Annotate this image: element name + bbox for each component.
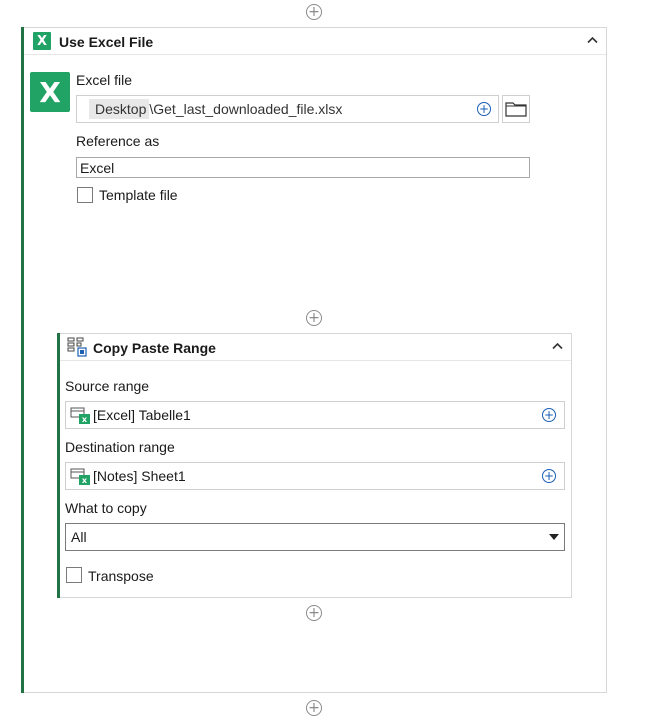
copy-paste-range-icon	[67, 337, 87, 357]
caret-down-icon	[549, 534, 559, 540]
add-activity-top-button[interactable]: +	[306, 4, 322, 20]
source-range-add-variable-icon[interactable]: +	[542, 408, 556, 422]
excel-range-icon: x	[70, 407, 90, 424]
excel-file-add-variable-icon[interactable]: +	[477, 102, 491, 116]
add-activity-after-copy-button[interactable]: +	[306, 605, 322, 621]
chevron-up-icon[interactable]	[587, 36, 598, 44]
use-excel-file-title: Use Excel File	[59, 34, 154, 50]
use-excel-file-accent	[21, 27, 24, 693]
add-activity-bottom-button[interactable]: +	[306, 700, 322, 716]
excel-file-input[interactable]: Desktop \Get_last_downloaded_file.xlsx	[76, 95, 499, 123]
copy-paste-range-accent	[57, 333, 60, 598]
svg-text:x: x	[82, 415, 88, 424]
excel-icon: X	[33, 32, 51, 50]
source-range-input[interactable]: x [Excel] Tabelle1	[65, 401, 565, 429]
source-range-value: [Excel] Tabelle1	[93, 407, 191, 423]
path-folder-chip: Desktop	[89, 99, 150, 119]
destination-range-value: [Notes] Sheet1	[93, 468, 186, 484]
reference-as-input[interactable]: Excel	[76, 157, 530, 178]
add-activity-inner-button[interactable]: +	[306, 310, 322, 326]
excel-file-label: Excel file	[76, 72, 133, 88]
destination-range-label: Destination range	[65, 439, 175, 455]
browse-file-button[interactable]	[502, 95, 530, 123]
folder-icon	[505, 102, 527, 117]
source-range-label: Source range	[65, 378, 150, 394]
what-to-copy-select[interactable]: All	[65, 523, 565, 551]
transpose-label: Transpose	[88, 568, 154, 584]
excel-range-icon: x	[70, 468, 90, 485]
path-filename: \Get_last_downloaded_file.xlsx	[149, 101, 343, 117]
what-to-copy-value: All	[71, 529, 87, 545]
what-to-copy-label: What to copy	[65, 500, 147, 516]
destination-range-add-variable-icon[interactable]: +	[542, 469, 556, 483]
template-file-checkbox[interactable]	[77, 187, 93, 203]
svg-text:x: x	[82, 476, 88, 485]
transpose-checkbox[interactable]	[66, 567, 82, 583]
copy-paste-range-title: Copy Paste Range	[93, 340, 216, 356]
template-file-label: Template file	[99, 187, 178, 203]
reference-as-value: Excel	[80, 159, 115, 176]
reference-as-label: Reference as	[76, 133, 160, 149]
destination-range-input[interactable]: x [Notes] Sheet1	[65, 462, 565, 490]
chevron-up-icon[interactable]	[552, 342, 563, 350]
excel-large-icon: X	[30, 72, 70, 112]
